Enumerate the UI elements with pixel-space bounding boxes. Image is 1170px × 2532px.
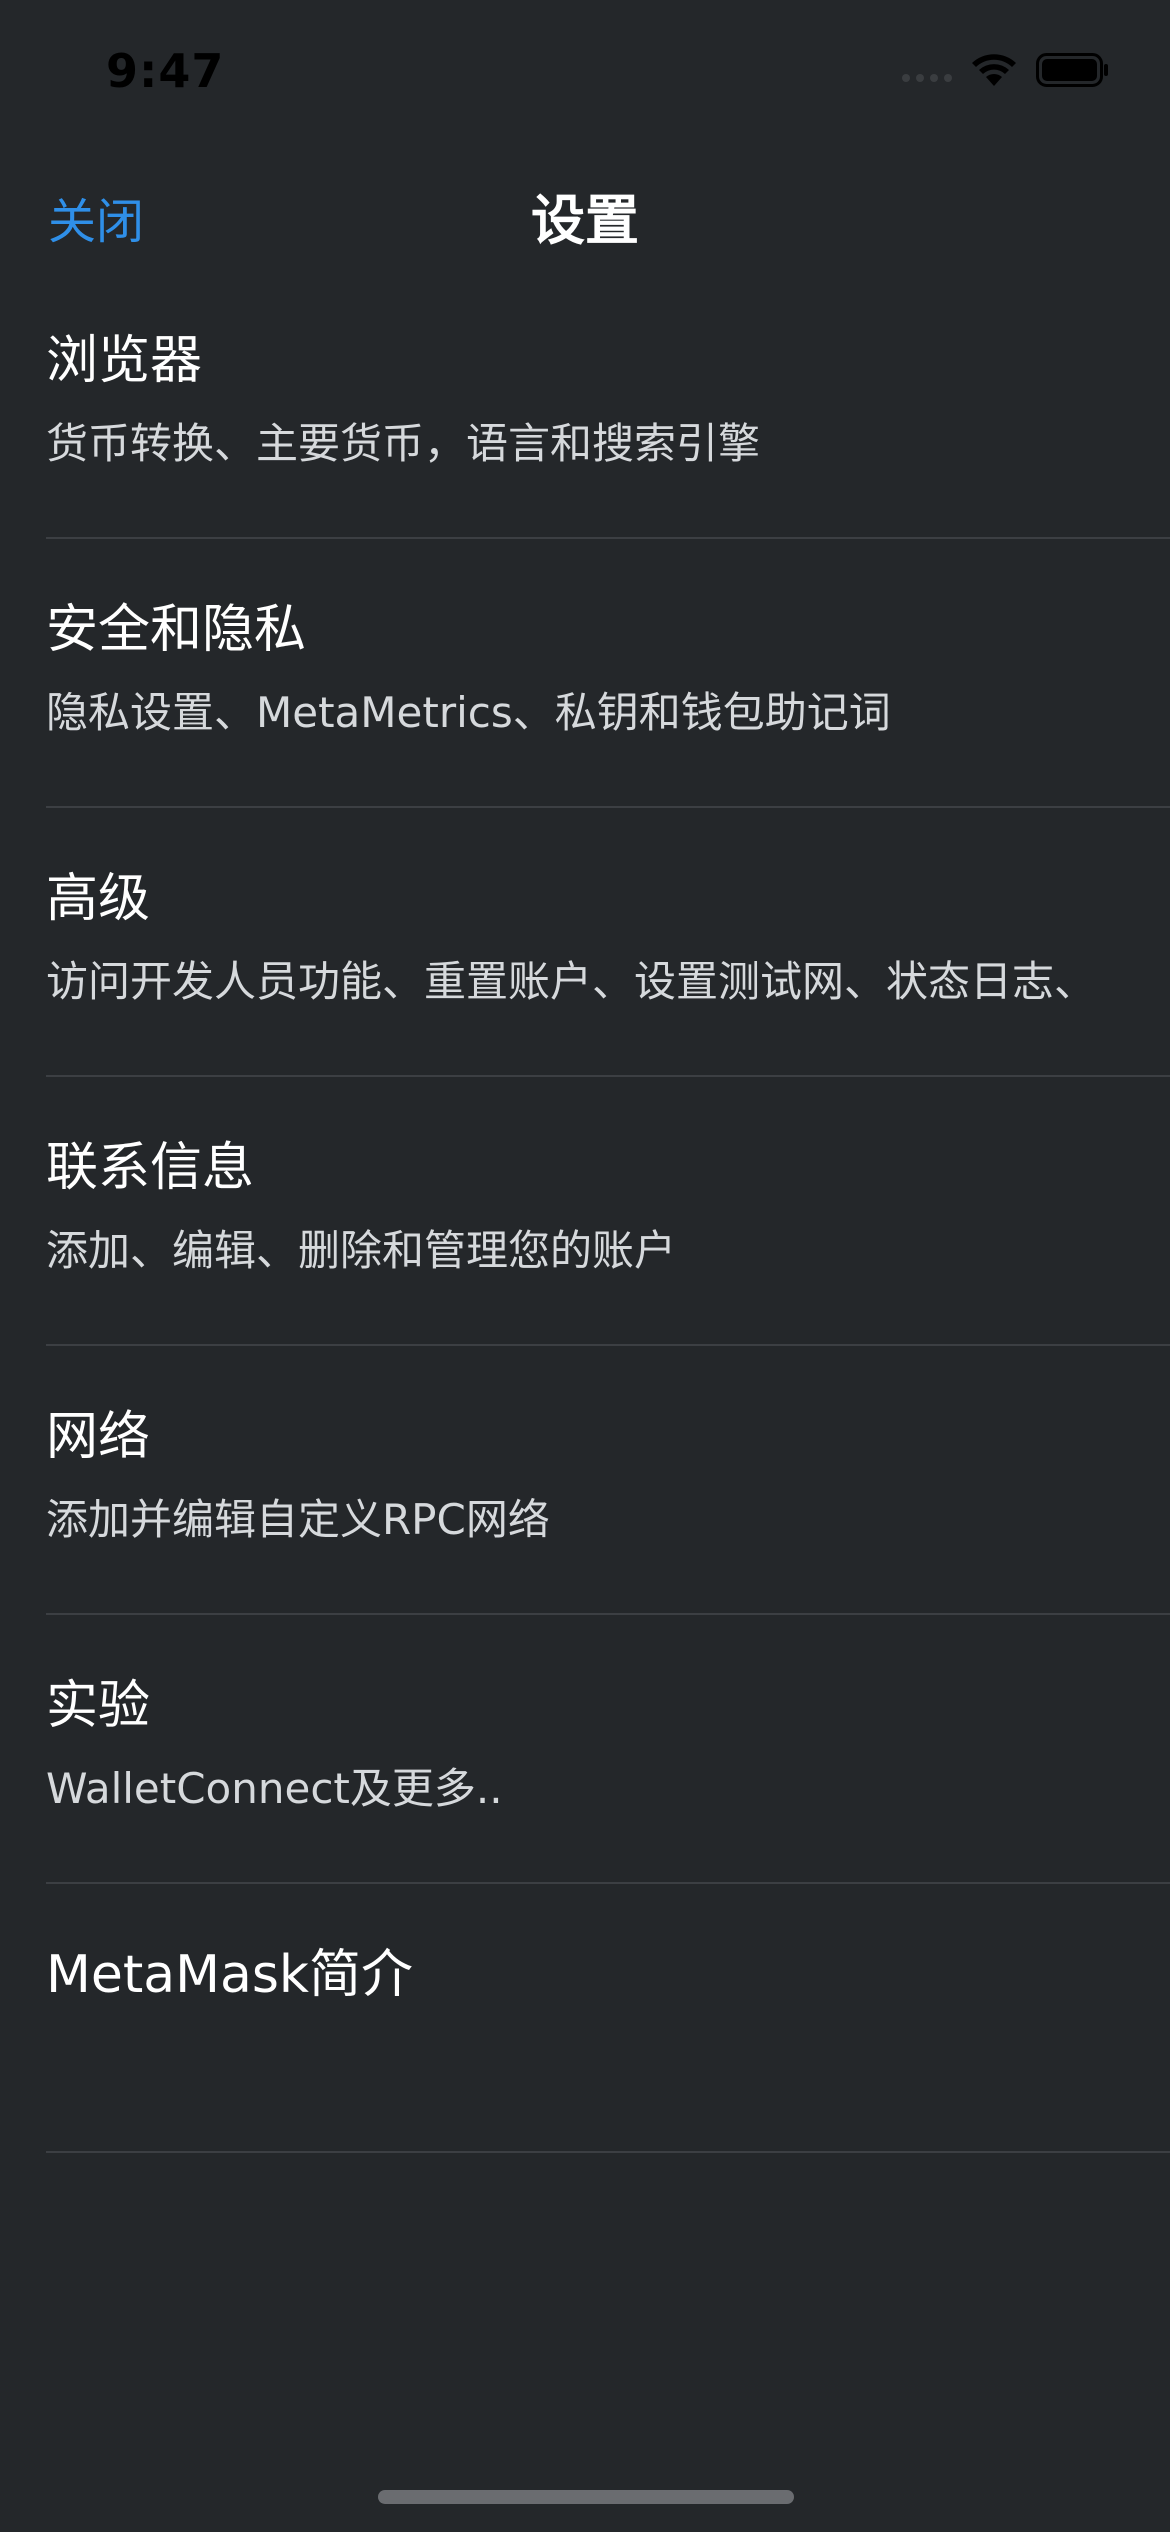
settings-item-description: 访问开发人员功能、重置账户、设置测试网、状态日志、 bbox=[46, 957, 1097, 1006]
status-icons bbox=[902, 52, 1110, 88]
wifi-icon bbox=[972, 54, 1016, 86]
settings-item-title: 实验 bbox=[46, 1676, 151, 1736]
page-title: 设置 bbox=[531, 189, 639, 252]
navigation-bar: 关闭 设置 bbox=[0, 160, 1170, 260]
status-time: 9:47 bbox=[106, 44, 225, 98]
settings-item-title: 安全和隐私 bbox=[46, 600, 307, 660]
settings-list: 浏览器 货币转换、主要货币，语言和搜索引擎 安全和隐私 隐私设置、MetaMet… bbox=[0, 270, 1170, 2153]
settings-item-description: 货币转换、主要货币，语言和搜索引擎 bbox=[46, 419, 761, 468]
settings-item-description: 添加、编辑、删除和管理您的账户 bbox=[46, 1226, 677, 1275]
settings-item-description: 隐私设置、MetaMetrics、私钥和钱包助记词 bbox=[46, 688, 891, 737]
settings-item-title: 联系信息 bbox=[46, 1138, 255, 1198]
settings-item-description: 添加并编辑自定义RPC网络 bbox=[46, 1495, 550, 1544]
settings-item-title: 高级 bbox=[46, 869, 151, 929]
settings-item-title: MetaMask简介 bbox=[46, 1945, 414, 2005]
status-bar: 9:47 bbox=[0, 0, 1170, 140]
signal-dots-icon bbox=[902, 52, 952, 88]
battery-icon bbox=[1036, 53, 1108, 87]
settings-item-experimental[interactable]: 实验 WalletConnect及更多.. bbox=[0, 1615, 1170, 1884]
settings-item-contacts[interactable]: 联系信息 添加、编辑、删除和管理您的账户 bbox=[0, 1077, 1170, 1346]
settings-item-about[interactable]: MetaMask简介 bbox=[0, 1884, 1170, 2153]
settings-item-title: 浏览器 bbox=[46, 331, 203, 391]
settings-item-browser[interactable]: 浏览器 货币转换、主要货币，语言和搜索引擎 bbox=[0, 270, 1170, 539]
settings-item-title: 网络 bbox=[46, 1407, 151, 1467]
settings-item-advanced[interactable]: 高级 访问开发人员功能、重置账户、设置测试网、状态日志、 bbox=[0, 808, 1170, 1077]
home-indicator[interactable] bbox=[378, 2490, 794, 2504]
settings-item-security-privacy[interactable]: 安全和隐私 隐私设置、MetaMetrics、私钥和钱包助记词 bbox=[0, 539, 1170, 808]
settings-item-networks[interactable]: 网络 添加并编辑自定义RPC网络 bbox=[0, 1346, 1170, 1615]
settings-item-description: WalletConnect及更多.. bbox=[46, 1764, 503, 1813]
